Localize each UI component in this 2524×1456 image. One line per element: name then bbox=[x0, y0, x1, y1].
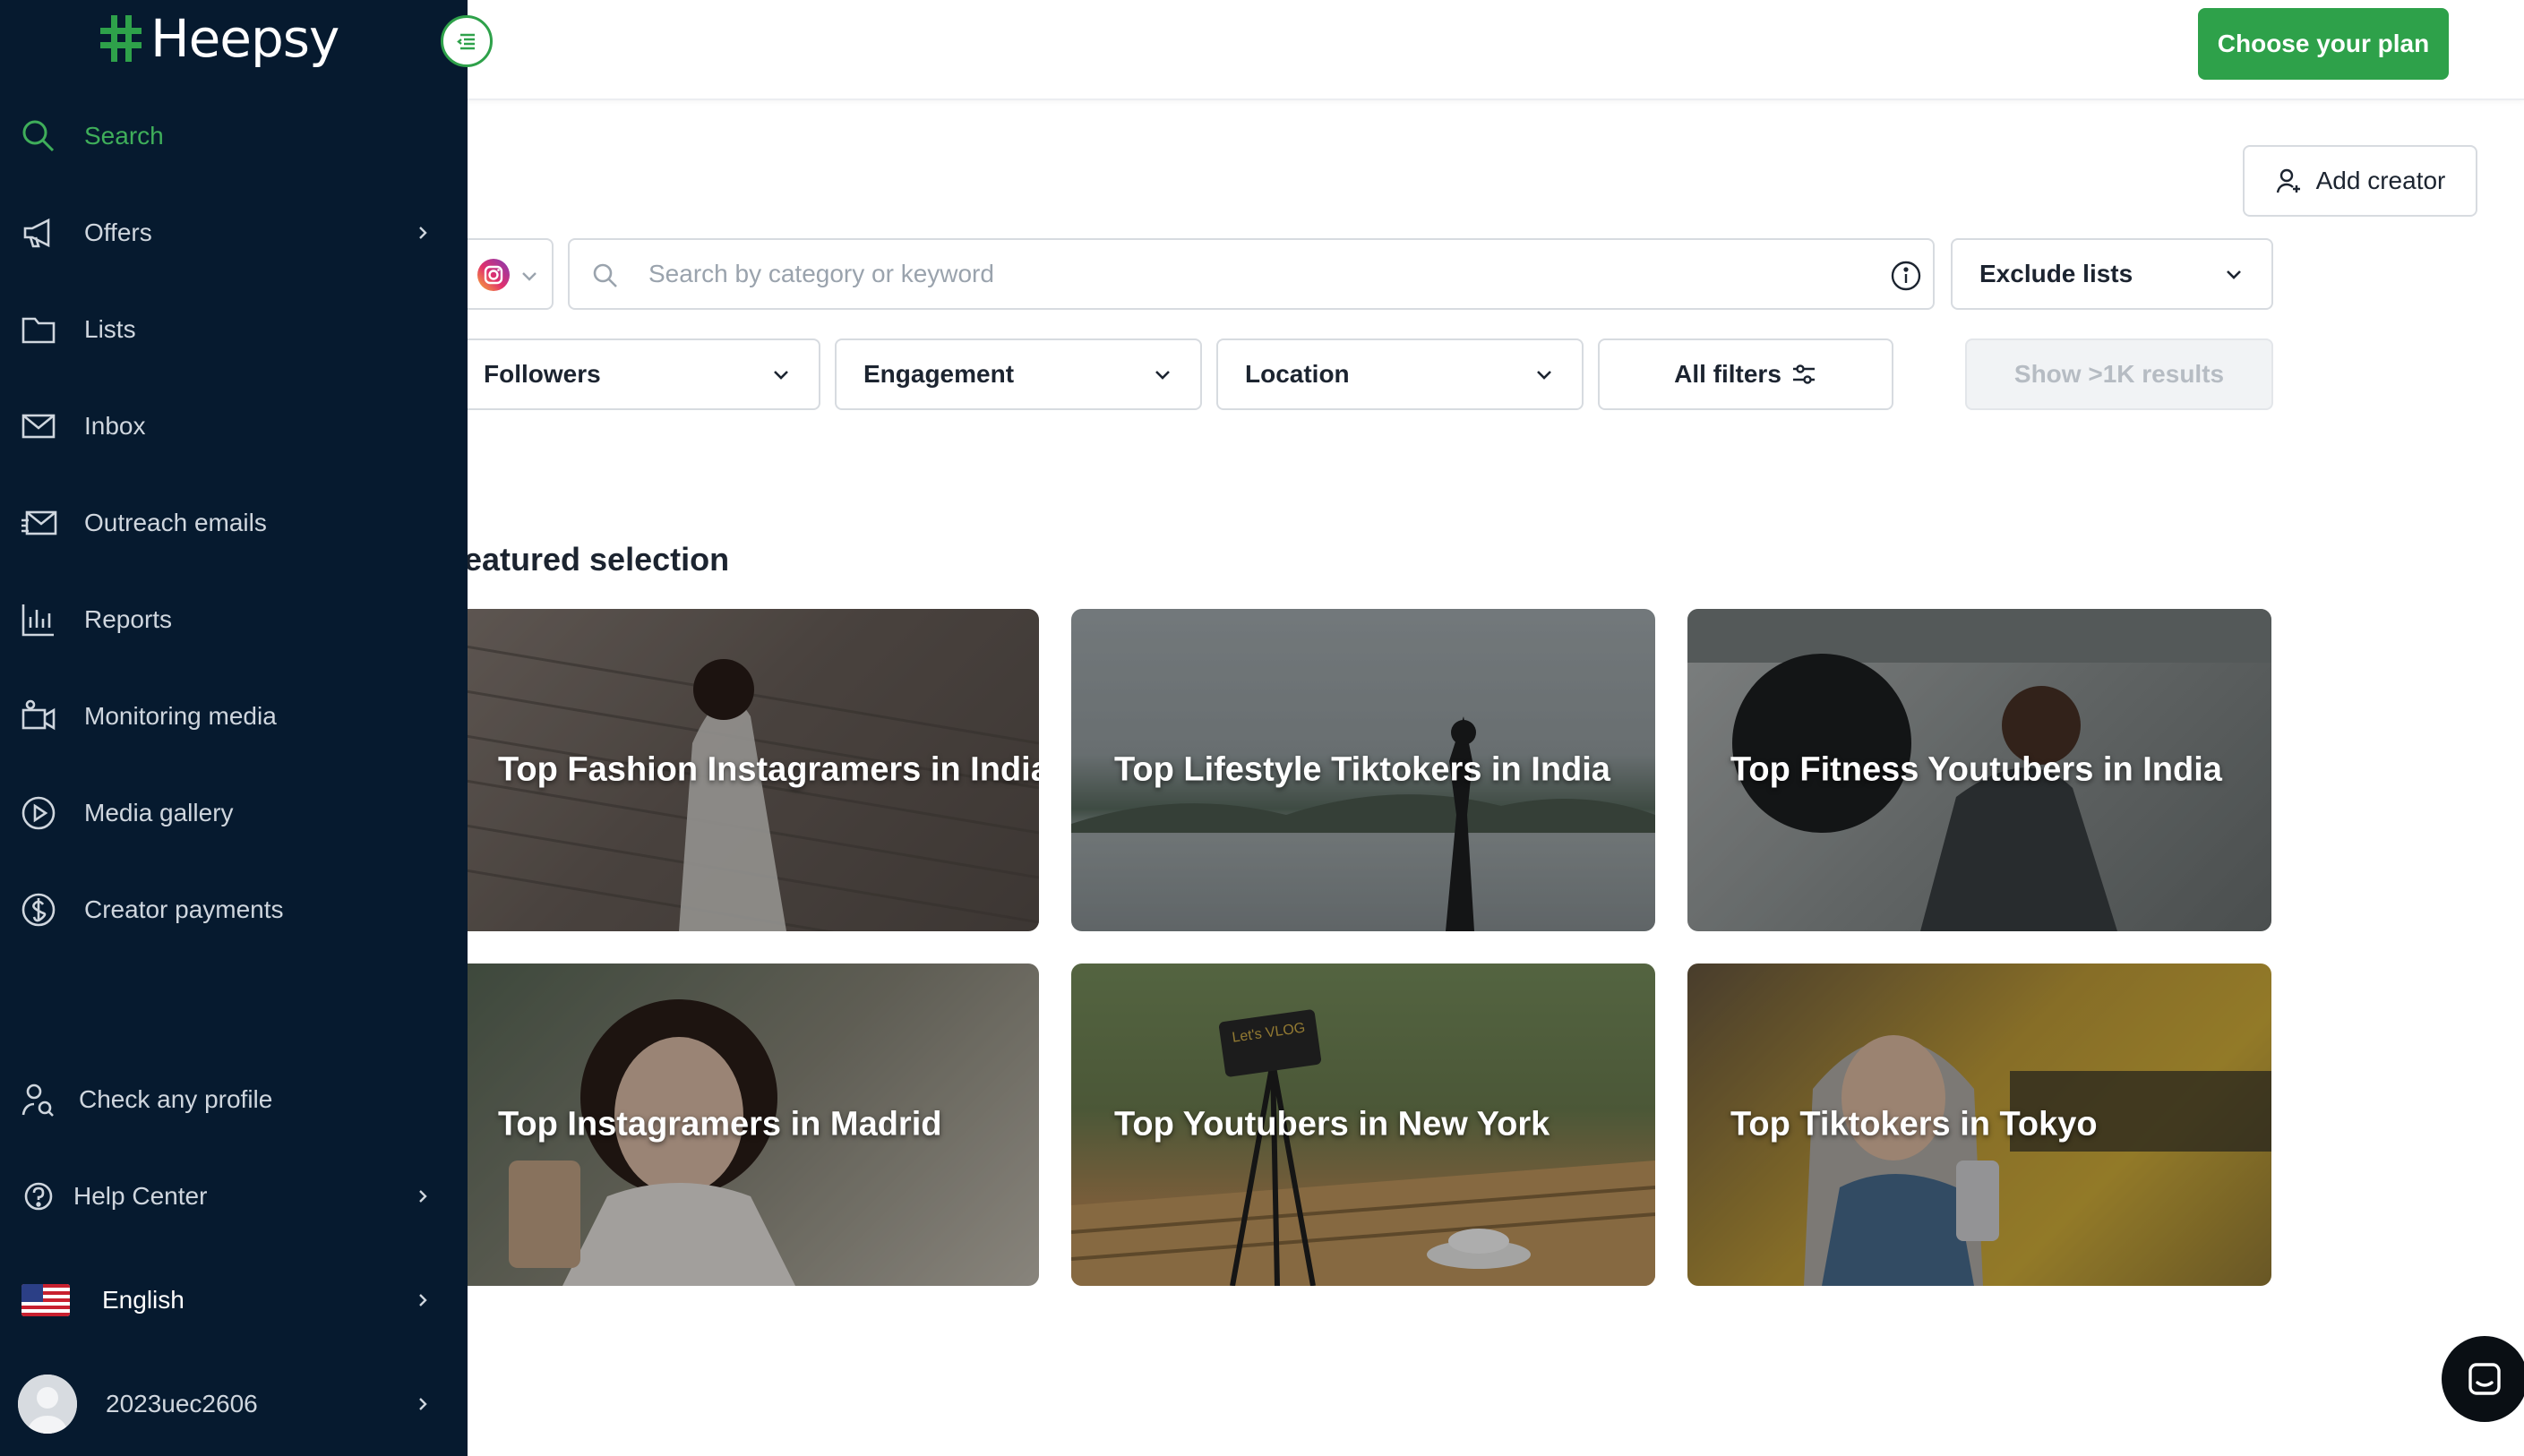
sidebar-item-help-center[interactable]: Help Center bbox=[0, 1161, 468, 1232]
featured-card-youtubers-new-york[interactable]: Let's VLOG Top Youtubers in New York bbox=[1071, 964, 1655, 1286]
sidebar-item-outreach-emails[interactable]: Outreach emails bbox=[0, 487, 468, 559]
instagram-icon bbox=[477, 259, 510, 291]
card-title: Top Fashion Instagramers in India bbox=[498, 750, 1039, 789]
chat-icon bbox=[2468, 1363, 2501, 1395]
sidebar-item-label: Reports bbox=[84, 605, 173, 633]
chevron-right-icon bbox=[419, 1398, 427, 1410]
card-title: Top Instagramers in Madrid bbox=[498, 1105, 942, 1143]
choose-plan-button[interactable]: Choose your plan bbox=[2198, 8, 2449, 80]
heepsy-logo-icon bbox=[100, 15, 142, 62]
followers-label: Followers bbox=[484, 360, 601, 388]
sidebar-item-monitoring-media[interactable]: Monitoring media bbox=[0, 681, 468, 752]
mail-icon bbox=[21, 414, 56, 439]
followers-filter[interactable]: Followers bbox=[444, 338, 820, 410]
play-circle-icon bbox=[21, 796, 56, 830]
us-flag-icon bbox=[21, 1284, 70, 1316]
sidebar-username: 2023uec2606 bbox=[106, 1390, 258, 1417]
engagement-filter[interactable]: Engagement bbox=[835, 338, 1202, 410]
chat-button[interactable] bbox=[2442, 1336, 2524, 1422]
send-mail-icon bbox=[21, 510, 57, 535]
featured-card-fitness-india[interactable]: Top Fitness Youtubers in India bbox=[1687, 609, 2271, 931]
chevron-down-icon bbox=[522, 272, 537, 281]
sidebar-item-language[interactable]: English bbox=[0, 1264, 468, 1336]
sidebar-item-label: Help Center bbox=[73, 1182, 208, 1210]
sidebar-item-label: Monitoring media bbox=[84, 702, 277, 730]
sidebar-item-label: Offers bbox=[84, 218, 152, 246]
card-title: Top Lifestyle Tiktokers in India bbox=[1114, 750, 1610, 789]
sidebar-item-lists[interactable]: Lists bbox=[0, 294, 468, 365]
sliders-icon bbox=[1792, 364, 1815, 384]
featured-selection-title: Featured selection bbox=[444, 541, 730, 578]
add-creator-button[interactable]: Add creator bbox=[2243, 145, 2477, 217]
search-icon bbox=[22, 120, 55, 152]
avatar bbox=[18, 1375, 77, 1434]
sidebar-item-media-gallery[interactable]: Media gallery bbox=[0, 777, 468, 849]
chevron-right-icon bbox=[419, 227, 427, 239]
sidebar-item-label: Lists bbox=[84, 315, 136, 343]
platform-select[interactable] bbox=[459, 238, 554, 310]
show-results-button[interactable]: Show >1K results bbox=[1965, 338, 2273, 410]
all-filters-button[interactable]: All filters bbox=[1598, 338, 1893, 410]
menu-collapse-icon bbox=[457, 33, 475, 50]
sidebar-item-label: Search bbox=[84, 122, 164, 150]
card-title: Top Tiktokers in Tokyo bbox=[1730, 1105, 2098, 1143]
sidebar-item-reports[interactable]: Reports bbox=[0, 584, 468, 655]
location-filter[interactable]: Location bbox=[1216, 338, 1584, 410]
dollar-circle-icon bbox=[21, 893, 56, 927]
sidebar-item-inbox[interactable]: Inbox bbox=[0, 390, 468, 462]
add-creator-label: Add creator bbox=[2315, 167, 2446, 194]
folder-icon bbox=[21, 317, 56, 344]
chevron-right-icon bbox=[419, 1190, 427, 1203]
featured-card-lifestyle-india[interactable]: Top Lifestyle Tiktokers in India bbox=[1071, 609, 1655, 931]
add-user-icon bbox=[2276, 168, 2300, 193]
sidebar-item-label: Media gallery bbox=[84, 799, 234, 826]
featured-card-tiktokers-tokyo[interactable]: Top Tiktokers in Tokyo bbox=[1687, 964, 2271, 1286]
sidebar: Heepsy Search Offers Lists Inbox Outreac… bbox=[0, 0, 468, 1456]
engagement-label: Engagement bbox=[863, 360, 1015, 388]
exclude-lists-dropdown[interactable]: Exclude lists bbox=[1951, 238, 2273, 310]
sidebar-item-search[interactable]: Search bbox=[0, 100, 468, 172]
featured-card-fashion-india[interactable]: Top Fashion Instagramers in India bbox=[455, 609, 1039, 931]
location-label: Location bbox=[1245, 360, 1350, 388]
sidebar-item-label: English bbox=[102, 1286, 185, 1314]
sidebar-item-creator-payments[interactable]: Creator payments bbox=[0, 874, 468, 946]
sidebar-item-check-profile[interactable]: Check any profile bbox=[0, 1064, 468, 1135]
sidebar-item-label: Inbox bbox=[84, 412, 146, 440]
sidebar-item-account[interactable]: 2023uec2606 bbox=[0, 1368, 468, 1440]
exclude-lists-label: Exclude lists bbox=[1979, 260, 2133, 287]
chevron-down-icon bbox=[1537, 371, 1551, 380]
logo: Heepsy bbox=[99, 7, 339, 70]
info-icon[interactable] bbox=[1890, 260, 1922, 292]
featured-card-instagramers-madrid[interactable]: Top Instagramers in Madrid bbox=[455, 964, 1039, 1286]
search-placeholder: Search by category or keyword bbox=[648, 260, 994, 287]
megaphone-icon bbox=[23, 218, 50, 248]
video-icon bbox=[21, 699, 56, 731]
user-search-icon bbox=[21, 1083, 54, 1117]
chevron-down-icon bbox=[2227, 270, 2241, 279]
sidebar-item-label: Creator payments bbox=[84, 895, 284, 923]
card-title: Top Youtubers in New York bbox=[1114, 1105, 1550, 1143]
chevron-right-icon bbox=[419, 1294, 427, 1306]
chevron-down-icon bbox=[1155, 371, 1170, 380]
all-filters-label: All filters bbox=[1674, 360, 1781, 388]
brand-name: Heepsy bbox=[150, 8, 339, 69]
sidebar-item-label: Check any profile bbox=[79, 1085, 273, 1113]
bar-chart-icon bbox=[21, 604, 54, 637]
help-circle-icon bbox=[24, 1182, 53, 1211]
card-title: Top Fitness Youtubers in India bbox=[1730, 750, 2222, 789]
search-icon bbox=[593, 263, 617, 287]
sidebar-item-offers[interactable]: Offers bbox=[0, 197, 468, 269]
search-input[interactable]: Search by category or keyword bbox=[568, 238, 1935, 310]
chevron-down-icon bbox=[774, 371, 788, 380]
sidebar-collapse-button[interactable] bbox=[441, 15, 493, 67]
sidebar-item-label: Outreach emails bbox=[84, 509, 267, 536]
